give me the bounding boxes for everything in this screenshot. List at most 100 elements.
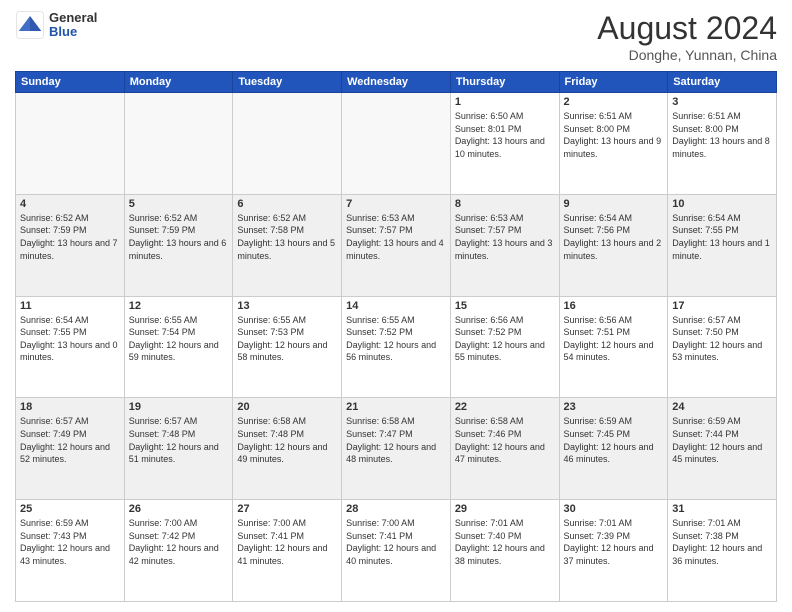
calendar-cell xyxy=(342,93,451,195)
calendar-cell: 30 Sunrise: 7:01 AMSunset: 7:39 PMDayligh… xyxy=(559,500,668,602)
cell-day-number: 8 xyxy=(455,198,555,210)
cell-day-number: 6 xyxy=(237,198,337,210)
month-year: August 2024 xyxy=(597,10,777,47)
cell-info: Sunrise: 6:52 AMSunset: 7:59 PMDaylight:… xyxy=(129,212,229,262)
calendar-week-row: 25 Sunrise: 6:59 AMSunset: 7:43 PMDayligh… xyxy=(16,500,777,602)
logo-general: General xyxy=(49,11,97,25)
cell-info: Sunrise: 6:59 AMSunset: 7:44 PMDaylight:… xyxy=(672,415,772,465)
calendar-cell: 1 Sunrise: 6:50 AMSunset: 8:01 PMDaylight… xyxy=(450,93,559,195)
calendar-cell: 14Sunrise: 6:55 AMSunset: 7:52 PMDayligh… xyxy=(342,296,451,398)
calendar-cell: 21 Sunrise: 6:58 AMSunset: 7:47 PMDayligh… xyxy=(342,398,451,500)
weekday-header: Thursday xyxy=(450,72,559,93)
cell-info: Sunrise: 6:59 AMSunset: 7:45 PMDaylight:… xyxy=(564,415,664,465)
calendar-cell: 3 Sunrise: 6:51 AMSunset: 8:00 PMDaylight… xyxy=(668,93,777,195)
calendar-cell: 13 Sunrise: 6:55 AMSunset: 7:53 PMDayligh… xyxy=(233,296,342,398)
cell-info: Sunrise: 6:50 AMSunset: 8:01 PMDaylight:… xyxy=(455,110,555,160)
calendar-cell xyxy=(233,93,342,195)
cell-info: Sunrise: 6:51 AMSunset: 8:00 PMDaylight:… xyxy=(672,110,772,160)
calendar-week-row: 18 Sunrise: 6:57 AMSunset: 7:49 PMDayligh… xyxy=(16,398,777,500)
calendar-cell: 6 Sunrise: 6:52 AMSunset: 7:58 PMDaylight… xyxy=(233,194,342,296)
calendar-cell: 7Sunrise: 6:53 AMSunset: 7:57 PMDaylight… xyxy=(342,194,451,296)
calendar-week-row: 4 Sunrise: 6:52 AMSunset: 7:59 PMDaylight… xyxy=(16,194,777,296)
cell-day-number: 31 xyxy=(672,503,772,515)
cell-day-number: 2 xyxy=(564,96,664,108)
calendar-cell: 11Sunrise: 6:54 AMSunset: 7:55 PMDayligh… xyxy=(16,296,125,398)
cell-day-number: 23 xyxy=(564,401,664,413)
calendar-week-row: 11Sunrise: 6:54 AMSunset: 7:55 PMDayligh… xyxy=(16,296,777,398)
cell-info: Sunrise: 6:59 AMSunset: 7:43 PMDaylight:… xyxy=(20,517,120,567)
cell-info: Sunrise: 6:58 AMSunset: 7:47 PMDaylight:… xyxy=(346,415,446,465)
cell-info: Sunrise: 6:56 AMSunset: 7:52 PMDaylight:… xyxy=(455,314,555,364)
cell-day-number: 24 xyxy=(672,401,772,413)
cell-info: Sunrise: 7:01 AMSunset: 7:38 PMDaylight:… xyxy=(672,517,772,567)
cell-info: Sunrise: 6:57 AMSunset: 7:49 PMDaylight:… xyxy=(20,415,120,465)
cell-info: Sunrise: 6:56 AMSunset: 7:51 PMDaylight:… xyxy=(564,314,664,364)
cell-info: Sunrise: 7:00 AMSunset: 7:41 PMDaylight:… xyxy=(346,517,446,567)
calendar-table: SundayMondayTuesdayWednesdayThursdayFrid… xyxy=(15,71,777,602)
logo-blue: Blue xyxy=(49,25,97,39)
cell-day-number: 25 xyxy=(20,503,120,515)
cell-day-number: 11 xyxy=(20,300,120,312)
cell-day-number: 5 xyxy=(129,198,229,210)
cell-day-number: 20 xyxy=(237,401,337,413)
cell-info: Sunrise: 6:53 AMSunset: 7:57 PMDaylight:… xyxy=(455,212,555,262)
calendar-cell: 31 Sunrise: 7:01 AMSunset: 7:38 PMDayligh… xyxy=(668,500,777,602)
cell-day-number: 15 xyxy=(455,300,555,312)
calendar-cell: 18 Sunrise: 6:57 AMSunset: 7:49 PMDayligh… xyxy=(16,398,125,500)
cell-info: Sunrise: 6:55 AMSunset: 7:53 PMDaylight:… xyxy=(237,314,337,364)
cell-day-number: 4 xyxy=(20,198,120,210)
cell-day-number: 12 xyxy=(129,300,229,312)
calendar-cell: 16 Sunrise: 6:56 AMSunset: 7:51 PMDayligh… xyxy=(559,296,668,398)
calendar-cell: 4Sunrise: 6:52 AMSunset: 7:59 PMDaylight… xyxy=(16,194,125,296)
cell-day-number: 9 xyxy=(564,198,664,210)
cell-info: Sunrise: 6:54 AMSunset: 7:56 PMDaylight:… xyxy=(564,212,664,262)
weekday-header: Tuesday xyxy=(233,72,342,93)
cell-day-number: 3 xyxy=(672,96,772,108)
cell-info: Sunrise: 7:01 AMSunset: 7:39 PMDaylight:… xyxy=(564,517,664,567)
calendar-cell: 9 Sunrise: 6:54 AMSunset: 7:56 PMDaylight… xyxy=(559,194,668,296)
cell-day-number: 27 xyxy=(237,503,337,515)
cell-info: Sunrise: 6:58 AMSunset: 7:46 PMDaylight:… xyxy=(455,415,555,465)
cell-info: Sunrise: 7:00 AMSunset: 7:41 PMDaylight:… xyxy=(237,517,337,567)
cell-day-number: 14 xyxy=(346,300,446,312)
cell-day-number: 10 xyxy=(672,198,772,210)
calendar-cell: 29 Sunrise: 7:01 AMSunset: 7:40 PMDayligh… xyxy=(450,500,559,602)
calendar-cell: 20Sunrise: 6:58 AMSunset: 7:48 PMDayligh… xyxy=(233,398,342,500)
weekday-header: Wednesday xyxy=(342,72,451,93)
calendar-cell: 24 Sunrise: 6:59 AMSunset: 7:44 PMDayligh… xyxy=(668,398,777,500)
calendar-cell: 5 Sunrise: 6:52 AMSunset: 7:59 PMDaylight… xyxy=(124,194,233,296)
calendar-cell: 8 Sunrise: 6:53 AMSunset: 7:57 PMDaylight… xyxy=(450,194,559,296)
cell-day-number: 30 xyxy=(564,503,664,515)
page: General Blue August 2024 Donghe, Yunnan,… xyxy=(0,0,792,612)
cell-info: Sunrise: 7:01 AMSunset: 7:40 PMDaylight:… xyxy=(455,517,555,567)
cell-day-number: 18 xyxy=(20,401,120,413)
cell-day-number: 19 xyxy=(129,401,229,413)
cell-day-number: 13 xyxy=(237,300,337,312)
cell-day-number: 1 xyxy=(455,96,555,108)
calendar-cell: 27 Sunrise: 7:00 AMSunset: 7:41 PMDayligh… xyxy=(233,500,342,602)
cell-info: Sunrise: 6:53 AMSunset: 7:57 PMDaylight:… xyxy=(346,212,446,262)
logo: General Blue xyxy=(15,10,97,40)
calendar-cell: 15 Sunrise: 6:56 AMSunset: 7:52 PMDayligh… xyxy=(450,296,559,398)
logo-icon xyxy=(15,10,45,40)
cell-info: Sunrise: 6:52 AMSunset: 7:58 PMDaylight:… xyxy=(237,212,337,262)
cell-day-number: 16 xyxy=(564,300,664,312)
cell-day-number: 22 xyxy=(455,401,555,413)
calendar-cell: 19 Sunrise: 6:57 AMSunset: 7:48 PMDayligh… xyxy=(124,398,233,500)
calendar-cell: 12Sunrise: 6:55 AMSunset: 7:54 PMDayligh… xyxy=(124,296,233,398)
weekday-header: Saturday xyxy=(668,72,777,93)
calendar-cell: 25 Sunrise: 6:59 AMSunset: 7:43 PMDayligh… xyxy=(16,500,125,602)
cell-day-number: 28 xyxy=(346,503,446,515)
cell-day-number: 29 xyxy=(455,503,555,515)
cell-info: Sunrise: 6:57 AMSunset: 7:48 PMDaylight:… xyxy=(129,415,229,465)
location: Donghe, Yunnan, China xyxy=(597,47,777,63)
cell-info: Sunrise: 6:57 AMSunset: 7:50 PMDaylight:… xyxy=(672,314,772,364)
weekday-header: Friday xyxy=(559,72,668,93)
calendar-cell: 23 Sunrise: 6:59 AMSunset: 7:45 PMDayligh… xyxy=(559,398,668,500)
logo-text: General Blue xyxy=(49,11,97,40)
header: General Blue August 2024 Donghe, Yunnan,… xyxy=(15,10,777,63)
calendar-cell: 22 Sunrise: 6:58 AMSunset: 7:46 PMDayligh… xyxy=(450,398,559,500)
cell-day-number: 17 xyxy=(672,300,772,312)
cell-day-number: 21 xyxy=(346,401,446,413)
weekday-header: Sunday xyxy=(16,72,125,93)
